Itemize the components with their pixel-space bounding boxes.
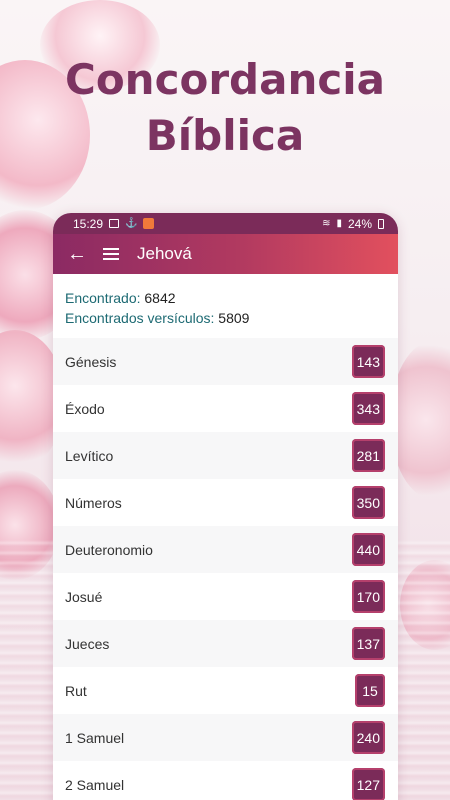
count-badge: 127	[351, 768, 385, 800]
battery-percent: 24%	[347, 216, 372, 231]
promo-headline: Concordancia Bíblica	[0, 52, 450, 164]
download-icon: ⚓	[125, 218, 138, 229]
count-badge: 170	[351, 580, 385, 613]
book-name: Génesis	[65, 353, 117, 370]
book-name: 2 Samuel	[65, 776, 125, 793]
count-badge: 281	[351, 439, 385, 472]
found-value: 6842	[144, 290, 176, 306]
list-item[interactable]: Números 350	[53, 479, 398, 526]
verses-label: Encontrados versículos:	[65, 310, 215, 326]
book-name: 1 Samuel	[65, 729, 125, 746]
count-badge: 343	[351, 392, 385, 425]
image-icon	[109, 219, 120, 228]
app-bar: ← Jehová	[53, 234, 398, 274]
count-badge: 350	[351, 486, 385, 519]
list-item[interactable]: 2 Samuel 127	[53, 761, 398, 800]
count-badge: 143	[351, 345, 385, 378]
list-item[interactable]: Éxodo 343	[53, 385, 398, 432]
count-badge: 137	[351, 627, 385, 660]
count-badge: 440	[351, 533, 385, 566]
book-name: Números	[65, 494, 122, 511]
count-badge: 240	[351, 721, 385, 754]
phone-screen: 15:29 ⚓ ≋ ▮ 24% ← Jehová Encontrado: 684…	[53, 213, 398, 800]
book-name: Deuteronomio	[65, 541, 153, 558]
signal-icon: ▮	[336, 218, 342, 229]
book-name: Josué	[65, 588, 103, 605]
headline-line-2: Bíblica	[145, 111, 305, 160]
battery-icon	[378, 218, 384, 229]
status-time: 15:29	[73, 216, 104, 231]
app-icon	[143, 218, 155, 229]
list-item[interactable]: Génesis 143	[53, 338, 398, 385]
found-count-line: Encontrado: 6842	[65, 288, 386, 308]
list-item[interactable]: Josué 170	[53, 573, 398, 620]
book-name: Éxodo	[65, 400, 105, 417]
verses-value: 5809	[218, 310, 250, 326]
list-item[interactable]: Levítico 281	[53, 432, 398, 479]
list-item[interactable]: Jueces 137	[53, 620, 398, 667]
screen-title: Jehová	[137, 244, 192, 263]
count-badge: 15	[355, 674, 385, 707]
list-item[interactable]: Rut 15	[53, 667, 398, 714]
book-list: Génesis 143 Éxodo 343 Levítico 281 Númer…	[53, 338, 398, 800]
arrow-left-icon: ←	[67, 242, 87, 265]
wifi-icon: ≋	[322, 218, 331, 229]
found-label: Encontrado:	[65, 290, 141, 306]
search-summary: Encontrado: 6842 Encontrados versículos:…	[53, 274, 398, 338]
verses-count-line: Encontrados versículos: 5809	[65, 308, 386, 328]
hamburger-menu-icon	[103, 248, 119, 260]
book-name: Levítico	[65, 447, 114, 464]
status-bar: 15:29 ⚓ ≋ ▮ 24%	[53, 213, 398, 234]
list-item[interactable]: Deuteronomio 440	[53, 526, 398, 573]
book-name: Jueces	[65, 635, 110, 652]
menu-button[interactable]	[97, 240, 125, 268]
back-button[interactable]: ←	[63, 240, 91, 268]
list-item[interactable]: 1 Samuel 240	[53, 714, 398, 761]
blossom-decoration	[390, 340, 450, 500]
headline-line-1: Concordancia	[65, 55, 385, 104]
book-name: Rut	[65, 682, 87, 699]
